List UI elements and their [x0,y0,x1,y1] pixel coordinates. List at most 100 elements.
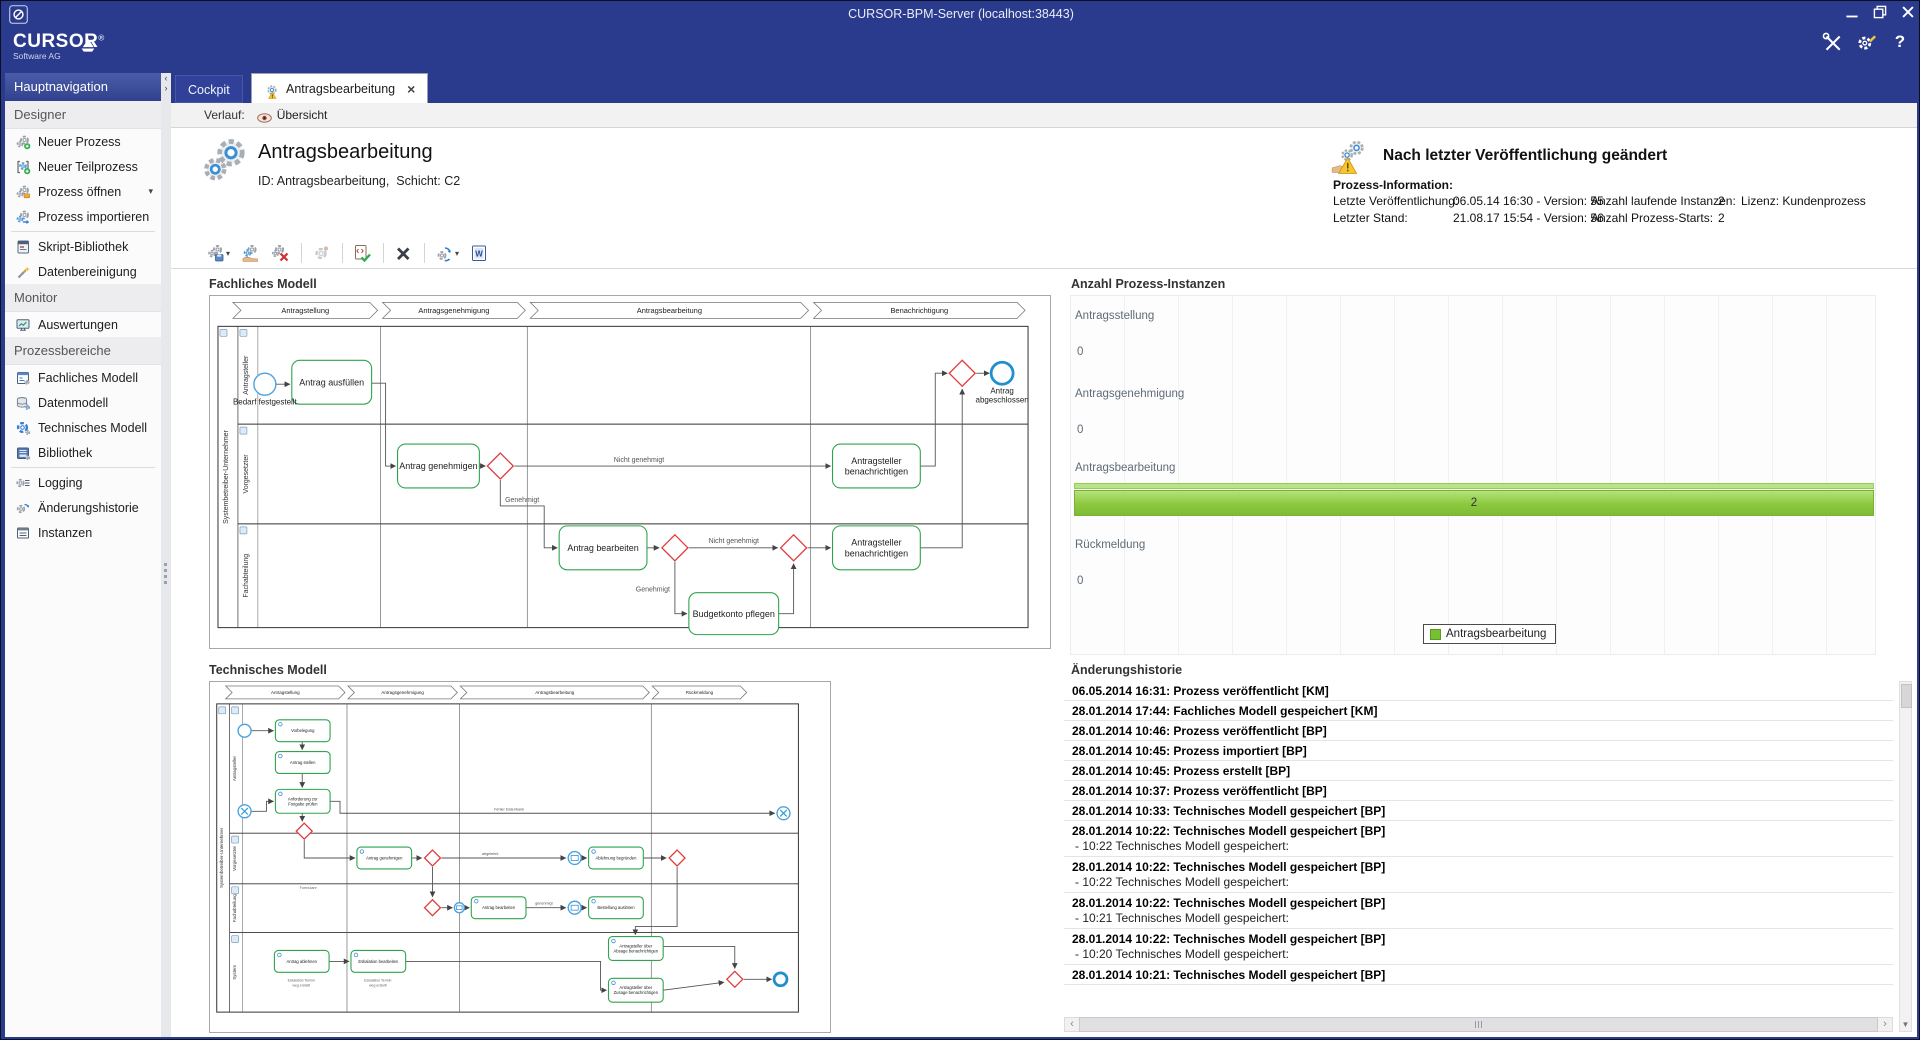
history-entry[interactable]: 28.01.2014 17:44: Fachliches Modell gesp… [1064,701,1893,721]
tab-antragsbearbeitung[interactable]: Antragsbearbeitung × [251,73,428,103]
separator [11,467,155,468]
sidebar-item-anderungshistorie[interactable]: Änderungshistorie [5,495,161,520]
bpmn-diagram-technisch[interactable]: AntragstellungAntragsgenehmigungAntragsb… [210,682,830,1032]
chevron-down-icon[interactable]: ▾ [455,249,459,258]
services-icon[interactable] [1856,31,1878,53]
history-entry-detail: - 10:22 Technisches Modell gespeichert: [1072,838,1885,854]
sidebar-item-label: Logging [38,476,83,490]
toolbar-remove-button[interactable] [392,242,415,265]
history-title: Änderungshistorie [1071,663,1182,677]
sidebar-item-neuer-prozess[interactable]: Neuer Prozess [5,129,161,154]
gears-import-icon [15,209,31,225]
history-entry[interactable]: 28.01.2014 10:37: Prozess veröffentlicht… [1064,781,1893,801]
svg-text:Antrag ausfüllen: Antrag ausfüllen [299,377,364,387]
scroll-down-icon[interactable]: ▼ [1900,1018,1911,1031]
collapse-left-icon[interactable]: ‹ [161,73,171,83]
sidebar-item-prozess-importieren[interactable]: Prozess importieren [5,204,161,229]
sidebar-item-label: Prozess öffnen [38,185,121,199]
svg-text:Fachabteilung: Fachabteilung [243,554,250,598]
splitter-grip-icon [164,563,168,584]
sidebar-item-skript-bibliothek[interactable]: Skript-Bibliothek [5,234,161,259]
script-library-icon [15,239,31,255]
sidebar-item-fachliches-modell[interactable]: Fachliches Modell [5,365,161,390]
sidebar-item-logging[interactable]: Logging [5,470,161,495]
bpmn-diagram-fachlich[interactable]: AntragstellungAntragsgenehmigungAntragsb… [210,296,1050,648]
toolbar-delete-process-button[interactable] [269,242,292,265]
svg-text:Antragsbearbeitung: Antragsbearbeitung [637,306,702,315]
toolbar-export-word-button[interactable]: W [468,242,491,265]
page-subtitle: ID: Antragsbearbeitung, Schicht: C2 [258,174,460,188]
toolbar-save-process-button[interactable]: ▾ [204,242,232,265]
changed-warning-icon [1331,139,1371,177]
history-vertical-scrollbar[interactable]: ▼ [1899,681,1912,1032]
svg-text:Antragsteller: Antragsteller [232,755,237,781]
scrollbar-thumb[interactable] [1901,684,1912,708]
history-entry[interactable]: 28.01.2014 10:22: Technisches Modell ges… [1064,821,1893,857]
sidebar-item-neuer-teilprozess[interactable]: Neuer Teilprozess [5,154,161,179]
history-entry[interactable]: 28.01.2014 10:45: Prozess erstellt [BP] [1064,761,1893,781]
history-entry[interactable]: 28.01.2014 10:33: Technisches Modell ges… [1064,801,1893,821]
sidebar-item-instanzen[interactable]: Instanzen [5,520,161,545]
svg-text:Eskalation Termin: Eskalation Termin [288,978,315,982]
gears-plus-icon [15,134,31,150]
minimize-button[interactable] [1845,5,1859,19]
svg-text:Bestellung auslösen: Bestellung auslösen [597,905,635,910]
chart-legend: Antragsbearbeitung [1423,624,1556,644]
separator [383,243,384,263]
legend-label: Antragsbearbeitung [1446,628,1546,640]
sidebar-item-label: Datenbereinigung [38,265,137,279]
tools-icon[interactable] [1821,31,1843,53]
sidebar-item-datenmodell[interactable]: Datenmodell [5,390,161,415]
status-title: Nach letzter Veröffentlichung geändert [1383,147,1667,165]
toolbar-instance-tools-button[interactable] [310,242,333,265]
history-entry[interactable]: 28.01.2014 10:45: Prozess importiert [BP… [1064,741,1893,761]
breadcrumb-uebersicht[interactable]: Übersicht [277,108,328,122]
history-entry[interactable]: 06.05.2014 16:31: Prozess veröffentlicht… [1064,681,1893,701]
restore-button[interactable] [1873,5,1887,19]
tab-close-icon[interactable]: × [407,74,415,104]
svg-text:weg erstellt: weg erstellt [369,983,387,987]
history-entry[interactable]: 28.01.2014 10:46: Prozess veröffentlicht… [1064,721,1893,741]
breadcrumb: Verlauf: Übersicht [171,103,1917,128]
svg-text:Antrag genehmigen: Antrag genehmigen [399,461,477,471]
fachliches-modell-panel[interactable]: AntragstellungAntragsgenehmigungAntragsb… [209,295,1051,649]
history-entry[interactable]: 28.01.2014 10:22: Technisches Modell ges… [1064,893,1893,929]
separator [342,243,343,263]
svg-text:Bedarf festgestellt: Bedarf festgestellt [233,397,298,406]
help-icon[interactable]: ? [1891,31,1909,53]
svg-text:Absage benachrichtigen: Absage benachrichtigen [614,948,659,953]
svg-text:Antragsteller: Antragsteller [243,355,250,395]
history-entry[interactable]: 28.01.2014 10:22: Technisches Modell ges… [1064,929,1893,965]
toolbar-validate-script-button[interactable] [351,242,374,265]
toolbar-refresh-process-button[interactable]: ▾ [433,242,461,265]
history-entry[interactable]: 28.01.2014 10:21: Technisches Modell ges… [1064,965,1893,985]
chart-value: 0 [1077,424,1083,436]
business-model-icon [15,370,31,386]
svg-text:Antragstellung: Antragstellung [271,690,300,695]
sidebar-item-auswertungen[interactable]: Auswertungen [5,312,161,337]
close-button[interactable] [1901,5,1915,19]
expand-right-icon[interactable]: › [161,83,171,93]
sidebar-splitter[interactable]: ‹ › [161,73,171,1037]
scrollbar-thumb[interactable] [1079,1017,1878,1032]
history-entry-text: 06.05.2014 16:31: Prozess veröffentlicht… [1072,684,1885,698]
history-horizontal-scrollbar[interactable]: ‹ › [1064,1017,1893,1032]
chevron-down-icon[interactable]: ▾ [148,186,153,197]
sidebar-item-bibliothek[interactable]: Bibliothek [5,440,161,465]
sidebar-item-label: Neuer Prozess [38,135,121,149]
scroll-left-icon[interactable]: ‹ [1065,1018,1079,1031]
tab-cockpit[interactable]: Cockpit [175,75,243,103]
history-entry[interactable]: 28.01.2014 10:22: Technisches Modell ges… [1064,857,1893,893]
sidebar-item-prozess-offnen[interactable]: Prozess öffnen ▾ [5,179,161,204]
technisches-modell-panel[interactable]: AntragstellungAntragsgenehmigungAntragsb… [209,681,831,1033]
gears-open-icon [15,184,31,200]
chevron-down-icon[interactable]: ▾ [226,249,230,258]
process-instances-chart: Antragsstellung0Antragsgenehmigung0Antra… [1070,295,1876,655]
svg-text:Antrag: Antrag [990,386,1013,395]
scroll-right-icon[interactable]: › [1878,1018,1892,1031]
toolbar-publish-process-button[interactable] [239,242,262,265]
fachliches-modell-title: Fachliches Modell [209,277,317,291]
sidebar-item-technisches-modell[interactable]: Technisches Modell [5,415,161,440]
sidebar-item-datenbereinigung[interactable]: Datenbereinigung [5,259,161,284]
chart-category-label: Antragsgenehmigung [1075,388,1184,400]
